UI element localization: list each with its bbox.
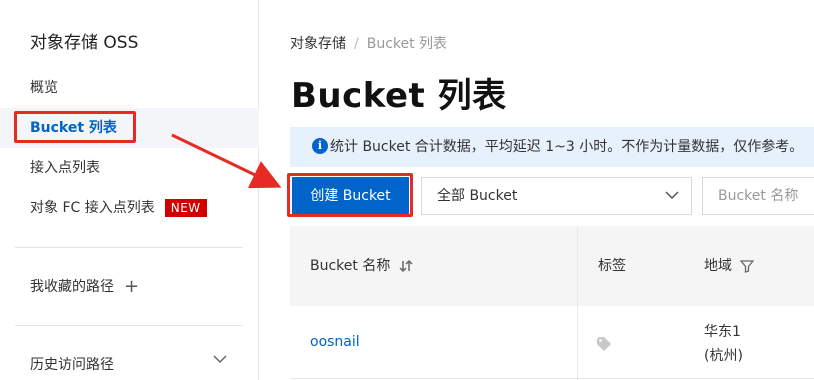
sidebar-item-label: 对象 FC 接入点列表 xyxy=(30,200,155,216)
region-line-2: (杭州) xyxy=(704,348,743,364)
filter-icon[interactable] xyxy=(740,259,755,273)
column-header-region[interactable]: 地域 xyxy=(704,226,755,306)
row-divider xyxy=(290,378,814,379)
bucket-name-link[interactable]: oosnail xyxy=(310,334,360,350)
region-cell: 华东1 (杭州) xyxy=(704,320,743,368)
highlight-box-create-button xyxy=(287,173,413,217)
column-header-label: Bucket 名称 xyxy=(310,258,391,274)
column-header-bucket-name[interactable]: Bucket 名称 xyxy=(310,226,413,306)
region-line-1: 华东1 xyxy=(704,324,741,340)
page-title: Bucket 列表 xyxy=(291,76,507,116)
table-header: Bucket 名称 标签 地域 xyxy=(290,226,814,306)
sidebar-title: 对象存储 OSS xyxy=(30,33,139,53)
column-header-label: 地域 xyxy=(704,258,732,274)
sidebar-item-favorites[interactable]: 我收藏的路径 + xyxy=(0,267,259,307)
breadcrumb-separator: / xyxy=(354,36,359,52)
sidebar-item-overview[interactable]: 概览 xyxy=(0,68,259,108)
bucket-name-search-input[interactable]: Bucket 名称 xyxy=(702,177,814,215)
notice-text: 统计 Bucket 合计数据，平均延迟 1~3 小时。不作为计量数据，仅作参考。 xyxy=(330,139,804,155)
sidebar: 对象存储 OSS 概览 Bucket 列表 接入点列表 对象 FC 接入点列表 N… xyxy=(0,0,259,380)
sidebar-item-label: 概览 xyxy=(30,80,58,96)
breadcrumb-current: Bucket 列表 xyxy=(366,36,448,52)
history-label: 历史访问路径 xyxy=(30,357,114,373)
chevron-down-icon[interactable] xyxy=(212,354,228,364)
breadcrumb-root[interactable]: 对象存储 xyxy=(290,36,346,52)
tag-icon[interactable] xyxy=(596,336,612,352)
sidebar-item-label: 接入点列表 xyxy=(30,160,100,176)
favorites-label: 我收藏的路径 xyxy=(30,279,114,295)
info-icon: i xyxy=(312,138,328,154)
sidebar-item-fc-access-points[interactable]: 对象 FC 接入点列表 NEW xyxy=(0,188,259,228)
bucket-filter-select[interactable]: 全部 Bucket xyxy=(421,177,692,215)
sidebar-divider xyxy=(15,247,243,248)
breadcrumb: 对象存储 / Bucket 列表 xyxy=(290,33,447,53)
highlight-box-bucket-list xyxy=(14,111,136,143)
plus-icon[interactable]: + xyxy=(124,278,139,296)
bucket-filter-value: 全部 Bucket xyxy=(437,188,518,204)
column-header-tags: 标签 xyxy=(598,258,626,274)
new-badge: NEW xyxy=(164,199,207,217)
sidebar-divider xyxy=(15,325,243,326)
sidebar-item-access-points[interactable]: 接入点列表 xyxy=(0,148,259,188)
column-divider xyxy=(577,226,578,380)
chevron-down-icon xyxy=(665,191,679,200)
search-placeholder: Bucket 名称 xyxy=(718,188,799,204)
sort-icon[interactable] xyxy=(399,259,413,273)
